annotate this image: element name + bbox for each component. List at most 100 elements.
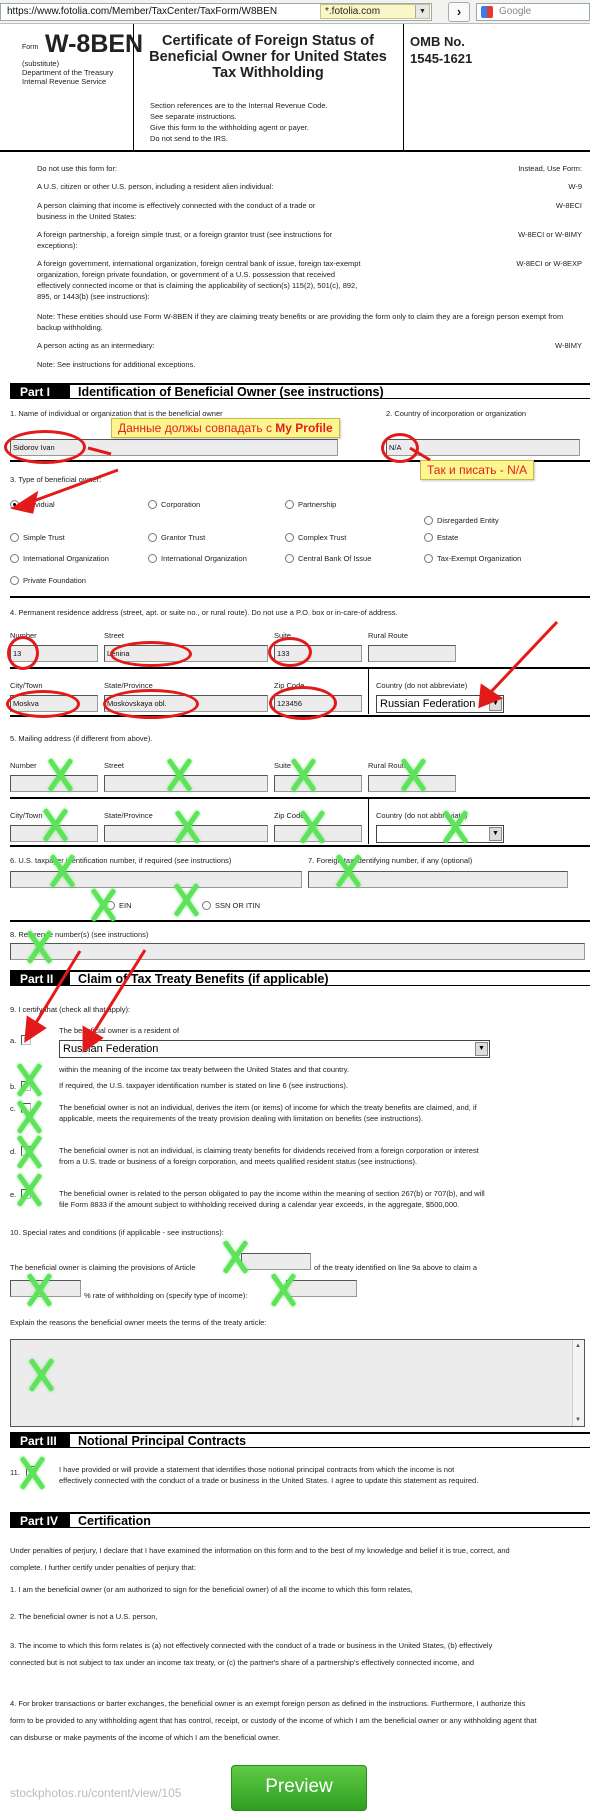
address-country-select[interactable]: Russian Federation ▼ — [376, 695, 504, 713]
search-input[interactable]: Google — [476, 3, 590, 21]
site-identity-badge[interactable]: *.fotolia.com ▼ — [320, 4, 430, 19]
dropdown-arrow-icon[interactable]: ▼ — [489, 827, 502, 841]
radio-button[interactable] — [424, 554, 433, 563]
callout-bold-text: My Profile — [275, 421, 333, 435]
radio-button[interactable] — [148, 500, 157, 509]
green-x-mark — [24, 1275, 54, 1305]
owner-type-radio[interactable]: International Organization — [148, 553, 247, 564]
part-title: Claim of Tax Treaty Benefits (if applica… — [78, 972, 329, 986]
number-label: Number — [10, 761, 37, 770]
q3-label: 3. Type of beneficial owner: — [10, 475, 102, 484]
exclusion-form: W-8ECI — [555, 201, 582, 210]
reference-line: Give this form to the withholding agent … — [150, 123, 309, 132]
owner-type-radio[interactable]: Complex Trust — [285, 532, 346, 543]
section-divider — [10, 845, 590, 847]
city-label: City/Town — [10, 811, 43, 820]
highlight-ellipse — [269, 686, 337, 720]
owner-type-radio[interactable]: Grantor Trust — [148, 532, 205, 543]
owner-type-radio[interactable]: Private Foundation — [10, 575, 86, 586]
address-rural-route-input[interactable] — [368, 645, 456, 662]
green-x-mark — [288, 760, 318, 790]
certification-intro: Under penalties of perjury, I declare th… — [10, 1546, 510, 1572]
browser-toolbar: https://www.fotolia.com/Member/TaxCenter… — [0, 0, 590, 24]
radio-label: Complex Trust — [298, 533, 347, 542]
arrow-line — [90, 949, 147, 1036]
part-title: Identification of Beneficial Owner (see … — [78, 385, 384, 399]
irs-label: Internal Revenue Service — [22, 77, 107, 86]
owner-type-radio[interactable]: Disregarded Entity — [424, 515, 499, 526]
ssn-label: SSN OR ITIN — [215, 901, 261, 910]
owner-type-radio[interactable]: Simple Trust — [10, 532, 65, 543]
radio-label: Tax-Exempt Organization — [437, 554, 522, 563]
search-placeholder: Google — [499, 6, 532, 17]
radio-button[interactable] — [10, 554, 19, 563]
radio-button[interactable] — [148, 533, 157, 542]
explanation-textarea[interactable]: ▲ ▼ — [10, 1339, 585, 1427]
section-divider — [10, 920, 590, 922]
owner-type-radio[interactable]: Partnership — [285, 499, 336, 510]
part3-header: Part III Notional Principal Contracts — [10, 1432, 590, 1448]
green-x-mark — [14, 1065, 44, 1095]
treaty-country-select[interactable]: Russian Federation ▼ — [59, 1040, 490, 1058]
radio-button[interactable] — [285, 500, 294, 509]
substitute-label: (substitute) — [22, 59, 60, 68]
green-x-mark — [47, 856, 77, 886]
part-tag: Part II — [10, 972, 70, 986]
radio-button[interactable] — [148, 554, 157, 563]
radio-button[interactable] — [10, 533, 19, 542]
scroll-down-icon[interactable]: ▼ — [575, 1417, 581, 1423]
dropdown-arrow-icon[interactable]: ▼ — [475, 1042, 488, 1056]
owner-type-radio[interactable]: Tax-Exempt Organization — [424, 553, 521, 564]
radio-button[interactable] — [424, 533, 433, 542]
owner-type-radio[interactable]: Central Bank Of Issue — [285, 553, 371, 564]
green-x-mark — [14, 1137, 44, 1167]
owner-type-radio[interactable]: Estate — [424, 532, 458, 543]
owner-type-radio[interactable]: Corporation — [148, 499, 200, 510]
dropdown-arrow-icon[interactable]: ▼ — [489, 697, 502, 711]
radio-button[interactable] — [285, 554, 294, 563]
green-x-mark — [220, 1242, 250, 1272]
radio-button[interactable] — [424, 516, 433, 525]
radio-label: Central Bank Of Issue — [298, 554, 372, 563]
ssn-itin-radio[interactable]: SSN OR ITIN — [202, 900, 260, 911]
omb-number: OMB No. 1545-1621 — [410, 33, 472, 67]
rural-route-label: Rural Route — [368, 631, 409, 640]
dropdown-arrow-icon[interactable]: ▼ — [415, 5, 429, 18]
reference-line: See separate instructions. — [150, 112, 237, 121]
part-title: Certification — [78, 1514, 151, 1528]
radio-label: Disregarded Entity — [437, 516, 499, 525]
radio-button[interactable] — [285, 533, 294, 542]
form-label: Form — [22, 44, 39, 51]
owner-type-radio[interactable]: Individual — [10, 499, 55, 510]
radio-label: Private Foundation — [23, 576, 86, 585]
green-x-mark — [40, 810, 70, 840]
selected-country: Russian Federation — [63, 1043, 159, 1055]
q4-label: 4. Permanent residence address (street, … — [10, 608, 398, 617]
q10-label: 10. Special rates and conditions (if app… — [10, 1228, 224, 1237]
exclusion-form: W-8ECI or W-8EXP — [516, 259, 582, 268]
radio-button[interactable] — [10, 576, 19, 585]
radio-label: International Organization — [161, 554, 247, 563]
callout-my-profile: Данные должы совпадать с My Profile — [111, 418, 340, 438]
article-input[interactable] — [241, 1253, 311, 1270]
checkbox-9a[interactable]: ✓ — [21, 1033, 31, 1045]
q2-label: 2. Country of incorporation or organizat… — [386, 409, 527, 418]
highlight-ellipse — [268, 637, 312, 667]
scrollbar[interactable]: ▲ ▼ — [572, 1340, 584, 1426]
reference-number-input[interactable] — [10, 943, 585, 960]
radio-button[interactable] — [10, 500, 19, 509]
9a-text: The beneficial owner is a resident of — [59, 1026, 180, 1035]
preview-button[interactable]: Preview — [231, 1765, 367, 1811]
scroll-up-icon[interactable]: ▲ — [575, 1343, 581, 1349]
section-divider — [10, 797, 590, 799]
department-label: Department of the Treasury — [22, 68, 114, 77]
selected-country: Russian Federation — [380, 698, 476, 710]
street-label: Street — [104, 631, 125, 640]
green-x-mark — [45, 760, 75, 790]
radio-button[interactable] — [202, 901, 211, 910]
owner-type-radio[interactable]: International Organization — [10, 553, 109, 564]
go-button[interactable]: › — [448, 2, 470, 22]
green-x-mark — [398, 760, 428, 790]
treaty-item-text: The beneficial owner is not an individua… — [59, 1103, 477, 1123]
state-label: State/Province — [104, 811, 153, 820]
